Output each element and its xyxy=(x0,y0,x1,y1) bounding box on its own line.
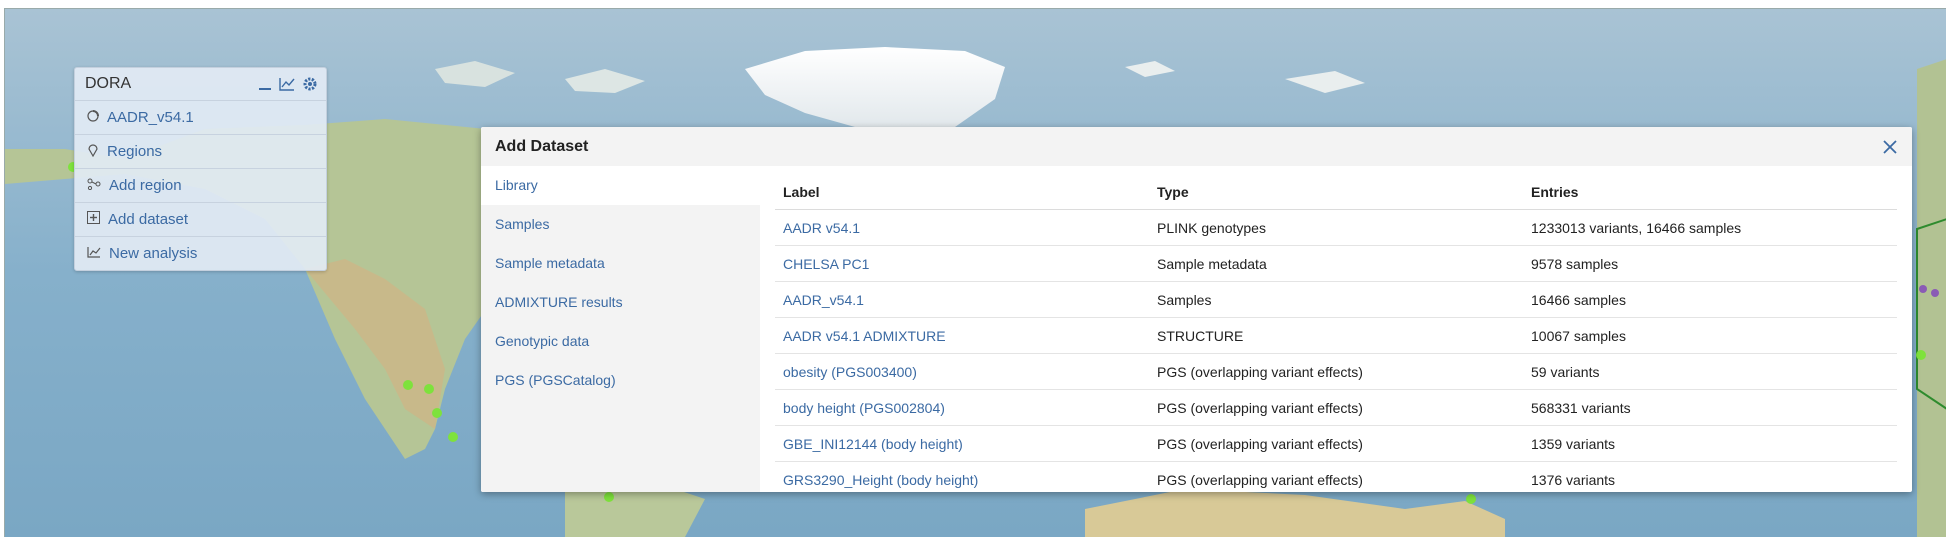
dataset-label-link[interactable]: CHELSA PC1 xyxy=(775,245,1149,282)
nav-item-sample-metadata[interactable]: Sample metadata xyxy=(481,244,760,283)
map-pin-icon xyxy=(87,143,99,161)
table-row[interactable]: GRS3290_Height (body height) PGS (overla… xyxy=(775,461,1897,492)
dataset-label-link[interactable]: body height (PGS002804) xyxy=(775,389,1149,426)
panel-item-add-dataset[interactable]: Add dataset xyxy=(75,203,326,237)
dataset-type: PGS (overlapping variant effects) xyxy=(1149,425,1523,462)
nav-item-pgs-catalog[interactable]: PGS (PGSCatalog) xyxy=(481,361,760,400)
nav-item-admixture-results[interactable]: ADMIXTURE results xyxy=(481,283,760,322)
library-table: Label Type Entries AADR v54.1 PLINK geno… xyxy=(775,174,1897,492)
nav-item-genotypic-data[interactable]: Genotypic data xyxy=(481,322,760,361)
sample-marker xyxy=(1931,289,1939,297)
panel-item-label: Regions xyxy=(107,143,163,160)
dataset-entries: 10067 samples xyxy=(1523,317,1897,354)
dataset-entries: 1376 variants xyxy=(1523,461,1897,492)
panel-item-label: Add region xyxy=(109,177,182,194)
column-header-entries[interactable]: Entries xyxy=(1523,174,1897,210)
add-dataset-dialog: Add Dataset Library Samples Sample metad… xyxy=(481,127,1912,492)
panel-item-dataset[interactable]: AADR_v54.1 xyxy=(75,101,326,135)
sample-marker xyxy=(1919,285,1927,293)
dataset-category-nav: Library Samples Sample metadata ADMIXTUR… xyxy=(481,166,760,492)
table-row[interactable]: AADR v54.1 ADMIXTURE STRUCTURE 10067 sam… xyxy=(775,317,1897,354)
dataset-type: PGS (overlapping variant effects) xyxy=(1149,389,1523,426)
dataset-type: PGS (overlapping variant effects) xyxy=(1149,461,1523,492)
dataset-type: Sample metadata xyxy=(1149,245,1523,282)
table-row[interactable]: CHELSA PC1 Sample metadata 9578 samples xyxy=(775,245,1897,282)
sample-marker xyxy=(604,492,614,502)
panel-item-label: AADR_v54.1 xyxy=(107,109,194,126)
dataset-label-link[interactable]: AADR_v54.1 xyxy=(775,281,1149,318)
dataset-label-link[interactable]: obesity (PGS003400) xyxy=(775,353,1149,390)
dialog-title-bar: Add Dataset xyxy=(481,127,1912,166)
dataset-label-link[interactable]: AADR v54.1 xyxy=(775,209,1149,246)
nav-item-library[interactable]: Library xyxy=(481,166,760,205)
panel-item-new-analysis[interactable]: New analysis xyxy=(75,237,326,270)
side-panel: DORA AADR_v54.1 Regions Add region Add d… xyxy=(74,67,327,271)
sample-marker xyxy=(448,432,458,442)
dataset-label-link[interactable]: GRS3290_Height (body height) xyxy=(775,461,1149,492)
sample-marker xyxy=(432,408,442,418)
table-row[interactable]: AADR v54.1 PLINK genotypes 1233013 varia… xyxy=(775,209,1897,246)
sample-marker xyxy=(1916,350,1926,360)
dataset-entries: 16466 samples xyxy=(1523,281,1897,318)
dataset-label-link[interactable]: AADR v54.1 ADMIXTURE xyxy=(775,317,1149,354)
panel-item-regions[interactable]: Regions xyxy=(75,135,326,169)
nav-item-samples[interactable]: Samples xyxy=(481,205,760,244)
close-icon xyxy=(1883,139,1897,154)
plus-square-icon xyxy=(87,211,100,228)
dataset-type: Samples xyxy=(1149,281,1523,318)
minimize-icon[interactable] xyxy=(258,77,272,91)
dataset-entries: 568331 variants xyxy=(1523,389,1897,426)
close-button[interactable] xyxy=(1882,139,1898,155)
dataset-entries: 9578 samples xyxy=(1523,245,1897,282)
line-chart-icon xyxy=(87,245,101,262)
dataset-entries: 1233013 variants, 16466 samples xyxy=(1523,209,1897,246)
region-nodes-icon xyxy=(87,177,101,194)
column-header-label[interactable]: Label xyxy=(775,174,1149,210)
dataset-entries: 1359 variants xyxy=(1523,425,1897,462)
chart-icon[interactable] xyxy=(279,77,295,91)
dialog-title: Add Dataset xyxy=(495,137,589,155)
library-table-container: Label Type Entries AADR v54.1 PLINK geno… xyxy=(775,174,1897,492)
table-row[interactable]: GBE_INI12144 (body height) PGS (overlapp… xyxy=(775,425,1897,462)
panel-header: DORA xyxy=(75,68,326,101)
panel-title: DORA xyxy=(85,75,132,92)
sample-marker xyxy=(403,380,413,390)
sample-marker xyxy=(424,384,434,394)
panel-item-add-region[interactable]: Add region xyxy=(75,169,326,203)
gear-icon[interactable] xyxy=(302,76,318,92)
table-header-row: Label Type Entries xyxy=(775,174,1897,210)
dataset-type: STRUCTURE xyxy=(1149,317,1523,354)
table-row[interactable]: body height (PGS002804) PGS (overlapping… xyxy=(775,389,1897,426)
panel-item-label: New analysis xyxy=(109,245,198,262)
table-row[interactable]: AADR_v54.1 Samples 16466 samples xyxy=(775,281,1897,318)
dataset-entries: 59 variants xyxy=(1523,353,1897,390)
panel-item-label: Add dataset xyxy=(108,211,189,228)
column-header-type[interactable]: Type xyxy=(1149,174,1523,210)
dataset-icon xyxy=(87,109,99,126)
dataset-label-link[interactable]: GBE_INI12144 (body height) xyxy=(775,425,1149,462)
eurasia xyxy=(1917,59,1946,537)
dataset-type: PGS (overlapping variant effects) xyxy=(1149,353,1523,390)
table-row[interactable]: obesity (PGS003400) PGS (overlapping var… xyxy=(775,353,1897,390)
dataset-type: PLINK genotypes xyxy=(1149,209,1523,246)
sample-marker xyxy=(1466,494,1476,504)
